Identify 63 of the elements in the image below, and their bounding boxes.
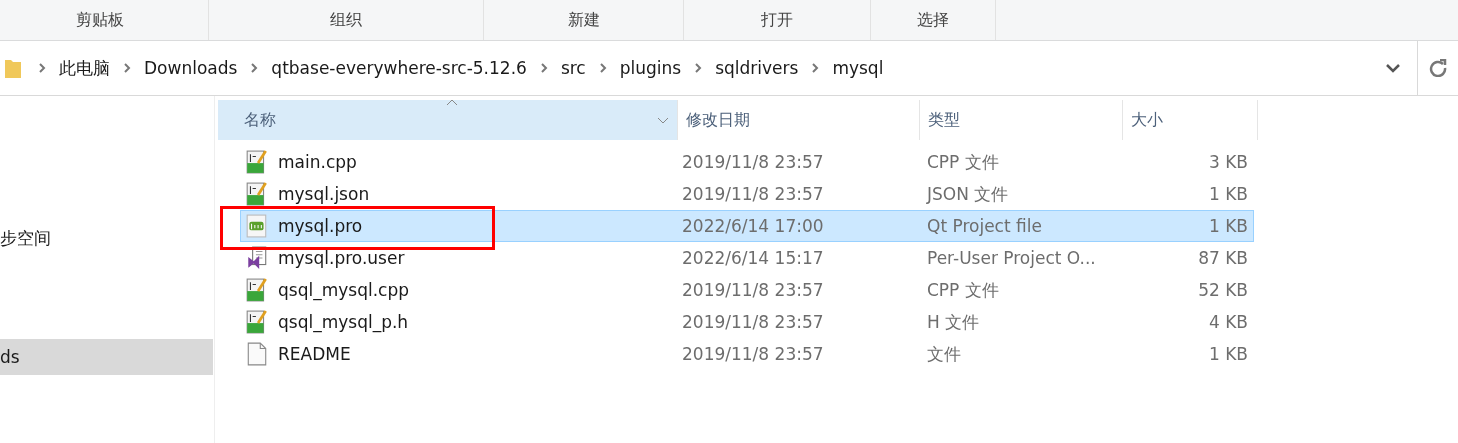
document-icon — [246, 342, 268, 366]
file-row[interactable]: main.cpp 2019/11/8 23:57 CPP 文件 3 KB — [240, 146, 1254, 178]
sidebar-item[interactable]: ds — [0, 339, 213, 375]
table-cell-text: 2019/11/8 23:57 — [681, 152, 825, 172]
breadcrumb[interactable]: src — [554, 58, 592, 78]
file-row[interactable]: mysql.json 2019/11/8 23:57 JSON 文件 1 KB — [240, 178, 1254, 210]
file-row[interactable]: mysql.pro.user 2022/6/14 15:17 Per-User Project O... 87 KB — [240, 242, 1254, 274]
ribbon-group-label: 新建 — [567, 9, 600, 31]
table-cell-text: 文件 — [926, 342, 962, 366]
code-file-icon — [246, 278, 268, 302]
code-file-icon — [246, 150, 268, 174]
table-cell-text: 52 KB — [1197, 280, 1249, 300]
table-cell-text: 3 KB — [1207, 152, 1249, 172]
column-header[interactable]: 修改日期 — [678, 100, 920, 140]
file-name: qsql_mysql_p.h — [278, 312, 409, 332]
file-name: qsql_mysql.cpp — [278, 280, 409, 300]
file-row[interactable]: qsql_mysql_p.h 2019/11/8 23:57 H 文件 4 KB — [240, 306, 1254, 338]
visual-studio-file-icon — [246, 246, 268, 270]
table-cell-text: 2019/11/8 23:57 — [681, 312, 825, 332]
table-cell-text: 1 KB — [1207, 344, 1249, 364]
table-cell-text: Per-User Project O... — [926, 248, 1097, 268]
file-row[interactable]: mysql.pro 2022/6/14 17:00 Qt Project file 1 KB — [240, 210, 1254, 242]
table-cell-text: CPP 文件 — [926, 278, 1000, 302]
file-row[interactable]: README 2019/11/8 23:57 文件 1 KB — [240, 338, 1254, 370]
breadcrumb[interactable]: sqldrivers — [709, 58, 805, 78]
code-file-icon — [246, 182, 268, 206]
table-cell-text: 2019/11/8 23:57 — [681, 184, 825, 204]
file-name: main.cpp — [278, 152, 357, 172]
folder-icon — [5, 58, 21, 78]
file-name: README — [278, 344, 351, 364]
column-header[interactable]: 名称 — [218, 100, 678, 140]
breadcrumb[interactable]: qtbase-everywhere-src-5.12.6 — [265, 58, 533, 78]
table-cell-text: CPP 文件 — [926, 150, 1000, 174]
breadcrumb[interactable]: plugins — [613, 58, 688, 78]
ribbon-group-label: 选择 — [917, 9, 949, 31]
file-name: mysql.json — [278, 184, 370, 204]
table-cell-text: JSON 文件 — [925, 182, 1010, 206]
dropdown-icon[interactable] — [1384, 61, 1402, 75]
table-cell-text: 2022/6/14 17:00 — [681, 216, 825, 236]
breadcrumb[interactable]: Downloads — [138, 58, 244, 78]
ribbon-group-label: 组织 — [330, 9, 362, 31]
breadcrumb[interactable]: mysql — [826, 58, 890, 78]
code-file-icon — [246, 310, 268, 334]
table-cell-text: 2019/11/8 23:57 — [681, 344, 825, 364]
project-file-icon — [246, 214, 268, 238]
sidebar-item[interactable]: 步空间 — [0, 220, 213, 256]
breadcrumb[interactable]: 此电脑 — [53, 56, 116, 80]
ribbon-group-label: 打开 — [761, 9, 793, 31]
column-header[interactable]: 类型 — [920, 100, 1123, 140]
file-name: mysql.pro.user — [278, 248, 405, 268]
file-name: mysql.pro — [278, 216, 363, 236]
table-cell-text: 1 KB — [1207, 184, 1249, 204]
table-cell-text: 4 KB — [1207, 312, 1249, 332]
refresh-icon[interactable] — [1429, 59, 1447, 77]
table-cell-text: 1 KB — [1207, 216, 1249, 236]
table-cell-text: 87 KB — [1197, 248, 1249, 268]
ribbon-group-label: 剪贴板 — [76, 9, 124, 31]
file-row[interactable]: qsql_mysql.cpp 2019/11/8 23:57 CPP 文件 52 KB — [240, 274, 1254, 306]
column-header[interactable]: 大小 — [1123, 100, 1258, 140]
table-cell-text: 2019/11/8 23:57 — [681, 280, 825, 300]
table-cell-text: Qt Project file — [926, 216, 1043, 236]
table-cell-text: H 文件 — [926, 310, 981, 334]
table-cell-text: 2022/6/14 15:17 — [681, 248, 825, 268]
